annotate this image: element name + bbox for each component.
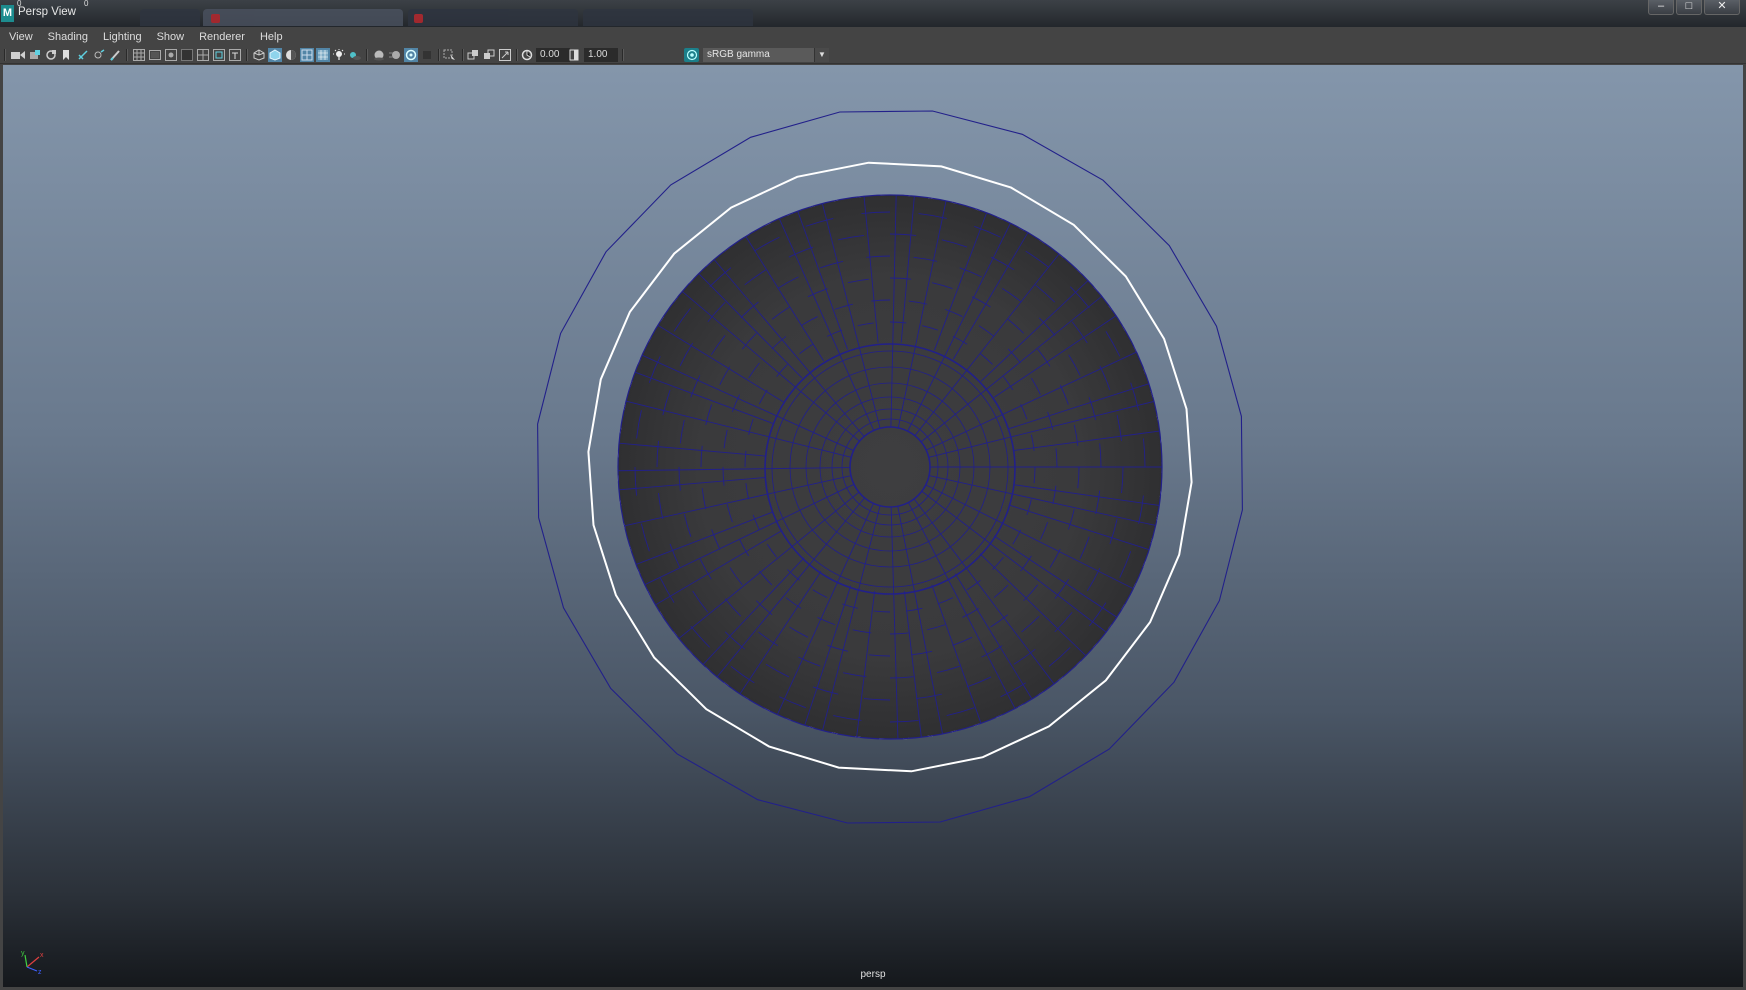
menu-view[interactable]: View (9, 31, 33, 43)
camera-icon[interactable] (10, 48, 26, 62)
minimize-icon[interactable]: – (1648, 0, 1674, 15)
depth-of-field-icon[interactable] (420, 48, 434, 62)
resolution-gate-icon[interactable] (164, 48, 178, 62)
background-browser-tabs (140, 9, 1546, 27)
bookmark-icon[interactable] (44, 48, 58, 62)
menu-shading[interactable]: Shading (48, 31, 88, 43)
motion-blur-icon[interactable] (388, 48, 402, 62)
wireframe-on-shaded-icon[interactable] (300, 48, 314, 62)
default-material-icon[interactable] (284, 48, 298, 62)
chevron-down-icon[interactable]: ▼ (814, 48, 829, 62)
viewport-scene (537, 110, 1243, 824)
safe-title-icon[interactable] (228, 48, 242, 62)
gate-mask-icon[interactable] (180, 48, 194, 62)
grid-icon[interactable] (132, 48, 146, 62)
gamma-icon[interactable] (568, 48, 580, 62)
grease-pencil-icon[interactable] (108, 48, 122, 62)
menu-lighting[interactable]: Lighting (103, 31, 142, 43)
app-logo: M (1, 5, 14, 22)
exposure-icon[interactable] (520, 48, 534, 62)
close-icon[interactable]: ✕ (1704, 0, 1740, 15)
xray-icon[interactable] (316, 48, 330, 62)
shadows-icon[interactable] (348, 48, 362, 62)
maximize-icon[interactable]: □ (1676, 0, 1702, 15)
use-all-lights-icon[interactable] (332, 48, 346, 62)
menu-renderer[interactable]: Renderer (199, 31, 245, 43)
camera-label: persp (860, 969, 886, 980)
axis-y-label: y (21, 950, 25, 957)
exposure-field[interactable]: 0.00 (536, 48, 570, 62)
axis-x-label: x (40, 952, 44, 959)
isolate-select-icon[interactable] (442, 48, 458, 62)
window-titlebar: M 0 0 Persp View – □ ✕ (0, 0, 1746, 27)
smooth-shade-icon[interactable] (268, 48, 282, 62)
image-plane-icon[interactable] (60, 48, 72, 62)
window-controls: – □ ✕ (1648, 0, 1740, 16)
xray-joints-icon[interactable] (466, 48, 480, 62)
safe-action-icon[interactable] (212, 48, 226, 62)
wireframe-icon[interactable] (252, 48, 266, 62)
camera-attributes-icon[interactable] (28, 48, 42, 62)
2d-zoom-icon[interactable] (92, 48, 106, 62)
menu-show[interactable]: Show (157, 31, 185, 43)
title-marker-right: 0 (84, 0, 89, 8)
2d-pan-icon[interactable] (76, 48, 90, 62)
color-space-label: sRGB gamma (707, 49, 770, 60)
menu-help[interactable]: Help (260, 31, 283, 43)
panel-toolbar: 0.00 1.00 sRGB gamma ▼ (0, 46, 1746, 64)
gamma-field[interactable]: 1.00 (584, 48, 618, 62)
perspective-viewport[interactable]: x y z persp (3, 65, 1743, 987)
color-management-icon[interactable] (684, 48, 699, 62)
panel-menubar: View Shading Lighting Show Renderer Help (0, 27, 1746, 46)
field-chart-icon[interactable] (196, 48, 210, 62)
film-gate-icon[interactable] (148, 48, 162, 62)
window-title: Persp View (18, 6, 76, 18)
ambient-occlusion-icon[interactable] (372, 48, 386, 62)
xray-active-icon[interactable] (482, 48, 496, 62)
backface-culling-icon[interactable] (498, 48, 512, 62)
anti-aliasing-icon[interactable] (404, 48, 418, 62)
dome-mesh[interactable] (617, 194, 1163, 740)
color-space-dropdown[interactable]: sRGB gamma ▼ (703, 48, 829, 62)
